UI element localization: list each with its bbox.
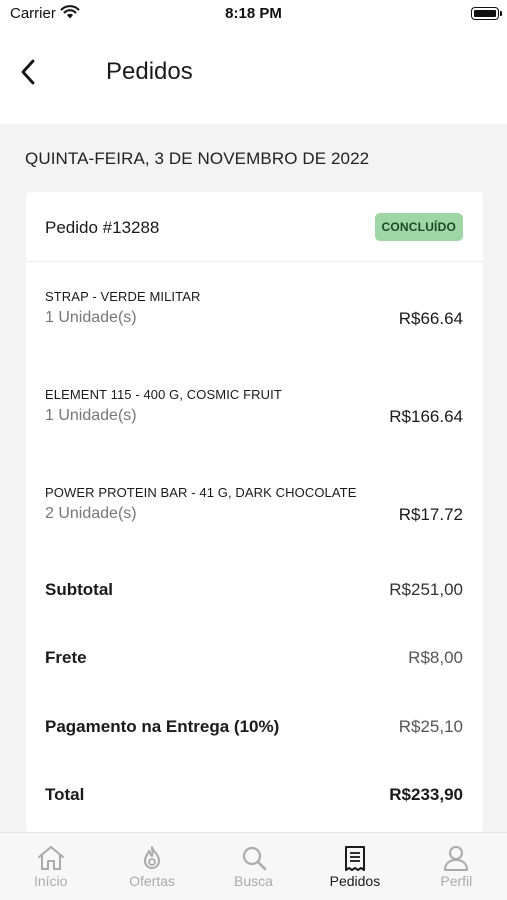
user-icon: [444, 846, 469, 871]
order-card: Pedido #13288 CONCLUÍDO STRAP - VERDE MI…: [26, 192, 483, 832]
total-row: Total R$233,90: [26, 781, 483, 811]
item-quantity: 2 Unidade(s): [45, 505, 137, 522]
tab-label: Busca: [234, 873, 273, 889]
item-price: R$17.72: [398, 505, 463, 524]
shipping-label: Frete: [45, 648, 87, 667]
tab-label: Pedidos: [329, 873, 381, 889]
tab-ofertas[interactable]: Ofertas: [101, 833, 202, 900]
subtotal-label: Subtotal: [45, 580, 113, 599]
order-item: POWER PROTEIN BAR - 41 G, DARK CHOCOLATE…: [26, 485, 483, 545]
search-icon: [242, 846, 266, 871]
total-value: R$233,90: [389, 785, 463, 804]
payment-fee-label: Pagamento na Entrega (10%): [45, 717, 280, 736]
flame-icon: [144, 846, 161, 869]
item-price: R$66.64: [398, 309, 463, 328]
back-button[interactable]: [10, 52, 46, 92]
payment-fee-row: Pagamento na Entrega (10%) R$25,10: [26, 713, 483, 743]
item-name: POWER PROTEIN BAR - 41 G, DARK CHOCOLATE: [45, 485, 357, 500]
order-item: STRAP - VERDE MILITAR 1 Unidade(s) R$66.…: [26, 289, 483, 349]
home-icon: [37, 846, 64, 870]
clock-time: 8:18 PM: [225, 5, 282, 22]
shipping-row: Frete R$8,00: [26, 644, 483, 674]
order-date-heading: QUINTA-FEIRA, 3 DE NOVEMBRO DE 2022: [25, 149, 370, 168]
receipt-icon: [344, 846, 365, 871]
tab-label: Início: [33, 873, 68, 889]
subtotal-value: R$251,00: [389, 580, 463, 599]
payment-fee-value: R$25,10: [398, 717, 463, 736]
tab-label: Ofertas: [129, 873, 176, 889]
item-name: ELEMENT 115 - 400 G, COSMIC FRUIT: [45, 387, 282, 402]
status-bar: Carrier 8:18 PM: [0, 0, 507, 28]
tab-perfil[interactable]: Perfil: [406, 833, 507, 900]
tab-busca[interactable]: Busca: [203, 833, 304, 900]
order-number: Pedido #13288: [45, 218, 160, 237]
item-name: STRAP - VERDE MILITAR: [45, 289, 201, 304]
status-badge: CONCLUÍDO: [374, 213, 463, 241]
item-quantity: 1 Unidade(s): [45, 407, 137, 424]
item-quantity: 1 Unidade(s): [45, 309, 137, 326]
battery-icon: [471, 7, 502, 20]
order-item: ELEMENT 115 - 400 G, COSMIC FRUIT 1 Unid…: [26, 387, 483, 447]
tab-inicio[interactable]: Início: [0, 833, 101, 900]
nav-header: Pedidos: [0, 28, 507, 124]
subtotal-row: Subtotal R$251,00: [26, 576, 483, 606]
shipping-value: R$8,00: [408, 648, 463, 667]
tab-pedidos[interactable]: Pedidos: [304, 833, 405, 900]
tab-label: Perfil: [440, 873, 473, 889]
order-header: Pedido #13288 CONCLUÍDO: [26, 192, 483, 262]
page-title: Pedidos: [106, 58, 193, 85]
chevron-left-icon: [21, 59, 35, 85]
item-price: R$166.64: [389, 407, 463, 426]
tab-bar: Início Ofertas Busca Pedidos Perfil: [0, 832, 507, 900]
total-label: Total: [45, 785, 85, 804]
